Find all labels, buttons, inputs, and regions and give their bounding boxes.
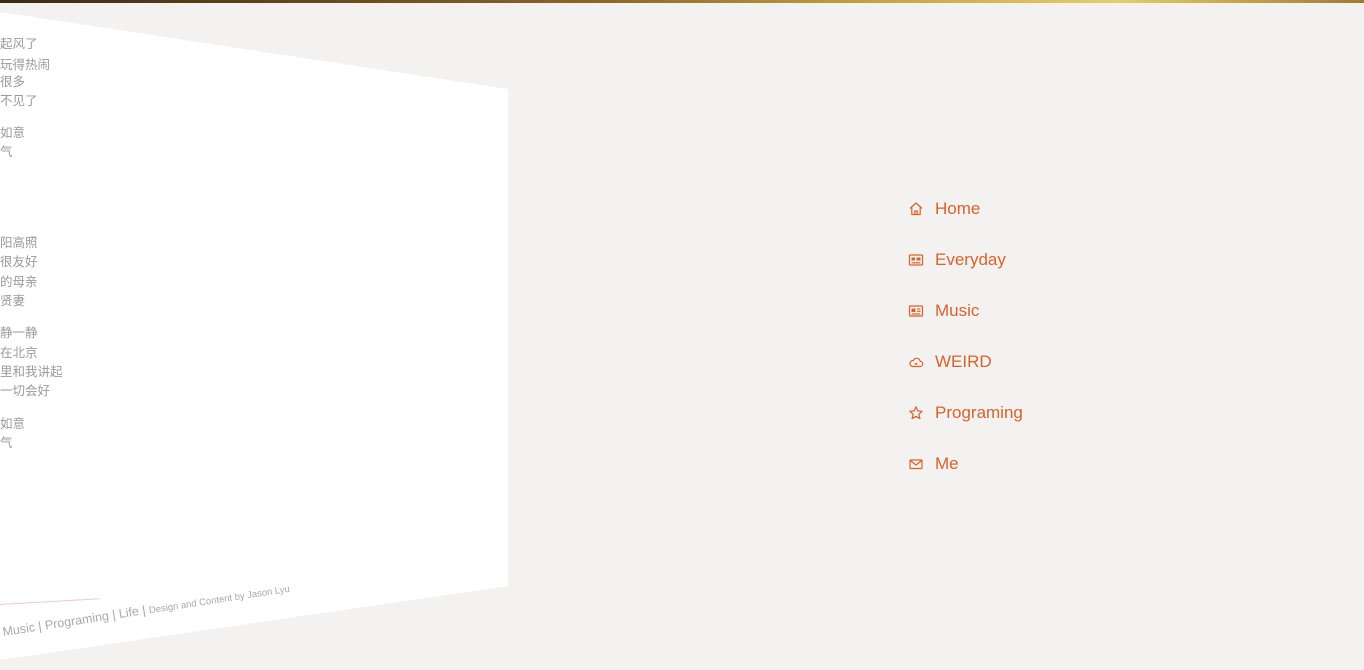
nav-label: Programing [935, 402, 1023, 422]
main-navigation: Home Everyday Music WEIRD Programing Me [908, 183, 1023, 489]
lyric-line: 里和我讲起 [0, 364, 63, 379]
nav-item-weird[interactable]: WEIRD [908, 336, 1023, 387]
lyric-line: 气 [0, 435, 13, 450]
footer: Music | Programing | Life | Design and C… [1, 579, 291, 641]
lyric-line: 气 [0, 144, 13, 159]
nav-item-programing[interactable]: Programing [908, 387, 1023, 438]
home-icon [908, 200, 926, 218]
lyric-line: 很多 [0, 74, 26, 89]
mail-icon [908, 455, 926, 473]
lyric-line: 贤妻 [0, 293, 26, 308]
nav-label: Me [935, 453, 959, 473]
tilted-content-page: 起风了 玩得热闹 很多 不见了 如意 气 阳高照 很友好 的母亲 贤妻 静一静 … [0, 12, 508, 660]
nav-item-home[interactable]: Home [908, 183, 1023, 234]
lyric-line: 一切会好 [0, 383, 51, 398]
footer-divider [0, 598, 100, 605]
nav-label: Music [935, 300, 980, 320]
nav-label: Home [935, 198, 981, 218]
footer-credit: Design and Content by Jason Lyu [148, 583, 291, 617]
nav-label: WEIRD [935, 351, 992, 371]
lyric-line: 在北京 [0, 345, 38, 360]
nav-label: Everyday [935, 249, 1006, 269]
footer-tagline: Music | Programing | Life | [1, 602, 150, 640]
nav-item-everyday[interactable]: Everyday [908, 234, 1023, 285]
nav-item-music[interactable]: Music [908, 285, 1023, 336]
calendar-card-icon [908, 251, 926, 269]
lyric-line: 如意 [0, 125, 26, 140]
lyric-line: 玩得热闹 [0, 57, 51, 72]
lyric-line: 的母亲 [0, 274, 38, 289]
lyric-line: 如意 [0, 416, 26, 431]
lyric-line: 阳高照 [0, 235, 38, 250]
lyric-line: 起风了 [0, 36, 38, 51]
lyric-line: 不见了 [0, 93, 38, 108]
music-card-icon [908, 302, 926, 320]
nav-item-me[interactable]: Me [908, 438, 1023, 489]
cloud-icon [908, 353, 926, 371]
top-photo-strip [0, 0, 1364, 3]
star-icon [908, 404, 926, 422]
lyric-line: 很友好 [0, 254, 38, 269]
lyric-line: 静一静 [0, 325, 38, 340]
